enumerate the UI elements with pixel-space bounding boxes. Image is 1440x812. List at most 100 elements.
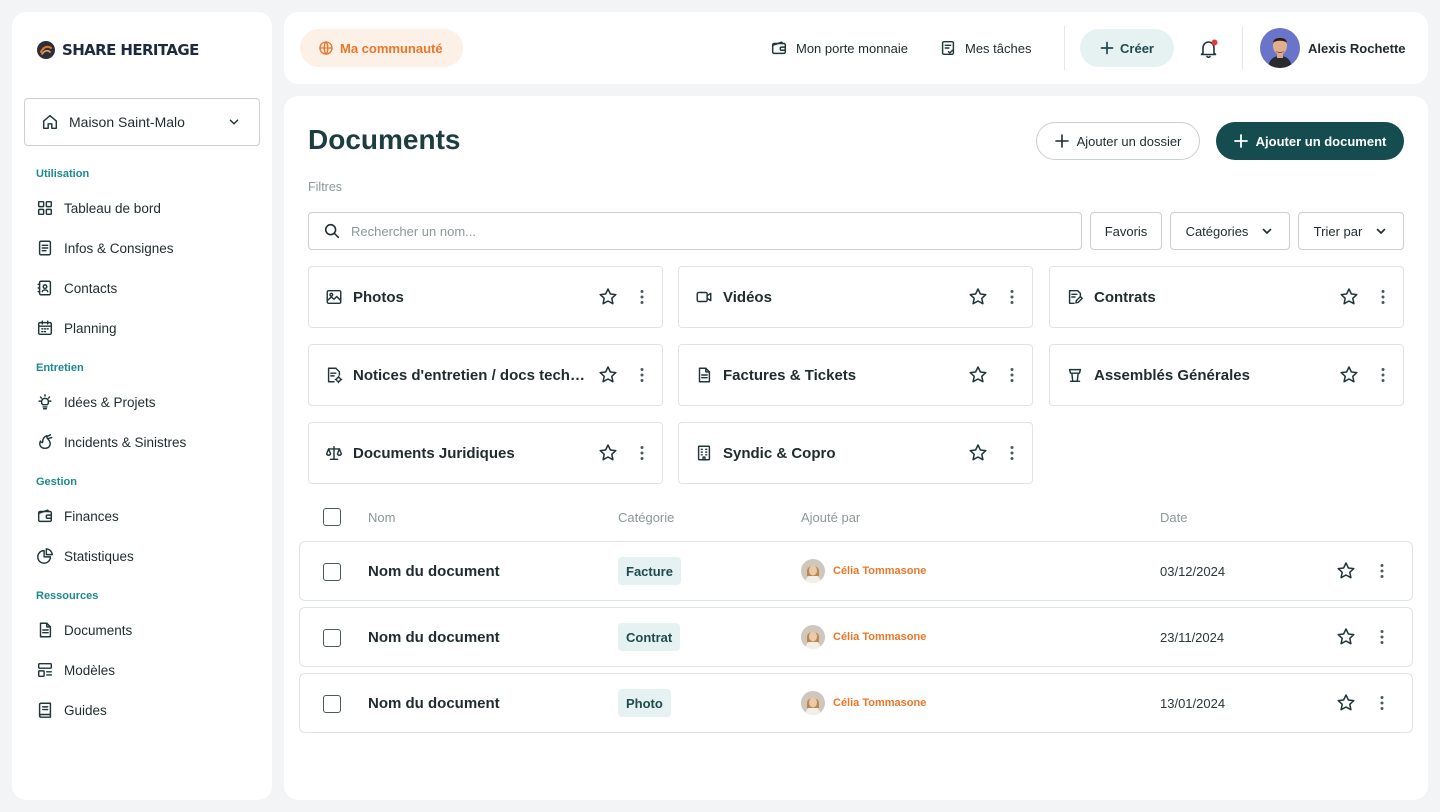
brand-name: SHARE HERITAGE xyxy=(62,41,199,59)
sidebar-item-statistiques[interactable]: Statistiques xyxy=(36,544,134,568)
folder-card-photos[interactable]: Photos xyxy=(308,266,663,328)
wallet-label: Mon porte monnaie xyxy=(796,40,909,56)
sidebar-item-label: Infos & Consignes xyxy=(64,240,174,256)
brand-logo[interactable]: SHARE HERITAGE xyxy=(36,40,199,60)
more-vertical-icon[interactable] xyxy=(632,443,652,463)
bell-icon xyxy=(1198,38,1220,60)
sidebar-item-guides[interactable]: Guides xyxy=(36,698,107,722)
sidebar-item-finances[interactable]: Finances xyxy=(36,504,119,528)
folder-name: Factures & Tickets xyxy=(723,366,857,384)
notifications-button[interactable] xyxy=(1198,38,1220,65)
sidebar-item-planning[interactable]: Planning xyxy=(36,316,117,340)
more-vertical-icon[interactable] xyxy=(1002,287,1022,307)
sidebar-item-label: Tableau de bord xyxy=(64,200,161,216)
folder-card-juridiques[interactable]: Documents Juridiques xyxy=(308,422,663,484)
house-selector[interactable]: Maison Saint-Malo xyxy=(24,98,260,146)
sidebar-item-incidents-sinistres[interactable]: Incidents & Sinistres xyxy=(36,430,186,454)
avatar xyxy=(801,559,825,583)
column-header-name: Nom xyxy=(368,510,396,525)
pie-chart-icon xyxy=(36,547,54,565)
divider xyxy=(1064,26,1065,70)
more-vertical-icon[interactable] xyxy=(1372,693,1392,713)
folder-name: Notices d'entretien / docs techniques xyxy=(353,366,590,384)
user-menu[interactable]: Alexis Rochette xyxy=(1260,28,1406,68)
document-name: Nom du document xyxy=(368,695,500,712)
star-icon[interactable] xyxy=(1336,627,1356,647)
sidebar-item-infos-consignes[interactable]: Infos & Consignes xyxy=(36,236,174,260)
folder-card-assembles-generales[interactable]: Assemblés Générales xyxy=(1049,344,1404,406)
more-vertical-icon[interactable] xyxy=(1372,561,1392,581)
add-folder-button[interactable]: Ajouter un dossier xyxy=(1036,122,1200,160)
star-icon[interactable] xyxy=(598,287,618,307)
more-vertical-icon[interactable] xyxy=(1373,287,1393,307)
more-vertical-icon[interactable] xyxy=(1373,365,1393,385)
search-box[interactable] xyxy=(308,212,1082,250)
folder-card-contrats[interactable]: Contrats xyxy=(1049,266,1404,328)
column-header-added-by: Ajouté par xyxy=(801,510,861,525)
author-name[interactable]: Célia Tommasone xyxy=(833,697,926,709)
sidebar-item-label: Finances xyxy=(64,508,119,524)
video-icon xyxy=(695,288,713,306)
search-input[interactable] xyxy=(351,223,1067,239)
sidebar: SHARE HERITAGE Maison Saint-Malo Utilisa… xyxy=(12,12,272,800)
author-name[interactable]: Célia Tommasone xyxy=(833,565,926,577)
sort-filter[interactable]: Trier par xyxy=(1298,212,1404,250)
row-checkbox[interactable] xyxy=(323,563,341,581)
row-checkbox[interactable] xyxy=(323,695,341,713)
folder-card-videos[interactable]: Vidéos xyxy=(678,266,1033,328)
more-vertical-icon[interactable] xyxy=(1372,627,1392,647)
more-vertical-icon[interactable] xyxy=(1002,443,1022,463)
table-row[interactable]: Nom du document Photo Célia Tommasone 13… xyxy=(299,673,1413,733)
star-icon[interactable] xyxy=(598,443,618,463)
sort-filter-label: Trier par xyxy=(1313,223,1363,239)
document-name: Nom du document xyxy=(368,563,500,580)
select-all-checkbox[interactable] xyxy=(323,508,341,526)
star-icon[interactable] xyxy=(1336,561,1356,581)
author: Célia Tommasone xyxy=(801,691,926,715)
favorites-filter[interactable]: Favoris xyxy=(1090,212,1162,250)
chevron-down-icon xyxy=(225,113,243,131)
sidebar-item-label: Statistiques xyxy=(64,548,134,564)
star-icon[interactable] xyxy=(1339,287,1359,307)
star-icon[interactable] xyxy=(598,365,618,385)
add-document-label: Ajouter un document xyxy=(1255,133,1387,149)
row-checkbox[interactable] xyxy=(323,629,341,647)
folder-card-notices[interactable]: Notices d'entretien / docs techniques xyxy=(308,344,663,406)
add-document-button[interactable]: Ajouter un document xyxy=(1216,122,1404,160)
author-name[interactable]: Célia Tommasone xyxy=(833,631,926,643)
sidebar-item-label: Idées & Projets xyxy=(64,394,156,410)
globe-icon xyxy=(318,40,334,56)
more-vertical-icon[interactable] xyxy=(632,287,652,307)
categories-filter-label: Catégories xyxy=(1185,223,1249,239)
document-date: 03/12/2024 xyxy=(1160,564,1226,579)
star-icon[interactable] xyxy=(968,443,988,463)
podium-icon xyxy=(1066,366,1084,384)
document-name: Nom du document xyxy=(368,629,500,646)
favorites-filter-label: Favoris xyxy=(1104,223,1148,239)
section-title-utilisation: Utilisation xyxy=(36,168,90,180)
star-icon[interactable] xyxy=(1336,693,1356,713)
star-icon[interactable] xyxy=(968,287,988,307)
sidebar-item-tableau-de-bord[interactable]: Tableau de bord xyxy=(36,196,161,220)
tasks-link[interactable]: Mes tâches xyxy=(939,38,1031,58)
create-button[interactable]: Créer xyxy=(1080,29,1174,67)
table-row[interactable]: Nom du document Contrat Célia Tommasone … xyxy=(299,607,1413,667)
folder-card-syndic[interactable]: Syndic & Copro xyxy=(678,422,1033,484)
folder-name: Photos xyxy=(353,288,404,306)
sidebar-item-documents[interactable]: Documents xyxy=(36,618,132,642)
community-button[interactable]: Ma communauté xyxy=(300,29,463,67)
table-row[interactable]: Nom du document Facture Célia Tommasone … xyxy=(299,541,1413,601)
wallet-link[interactable]: Mon porte monnaie xyxy=(770,38,908,58)
sidebar-item-modeles[interactable]: Modèles xyxy=(36,658,115,682)
more-vertical-icon[interactable] xyxy=(632,365,652,385)
sidebar-item-idees-projets[interactable]: Idées & Projets xyxy=(36,390,156,414)
folder-name: Documents Juridiques xyxy=(353,444,515,462)
folder-card-factures[interactable]: Factures & Tickets xyxy=(678,344,1033,406)
wallet-icon xyxy=(36,507,54,525)
star-icon[interactable] xyxy=(968,365,988,385)
star-icon[interactable] xyxy=(1339,365,1359,385)
sidebar-item-contacts[interactable]: Contacts xyxy=(36,276,117,300)
categories-filter[interactable]: Catégories xyxy=(1170,212,1290,250)
category-tag: Photo xyxy=(618,689,671,717)
more-vertical-icon[interactable] xyxy=(1002,365,1022,385)
